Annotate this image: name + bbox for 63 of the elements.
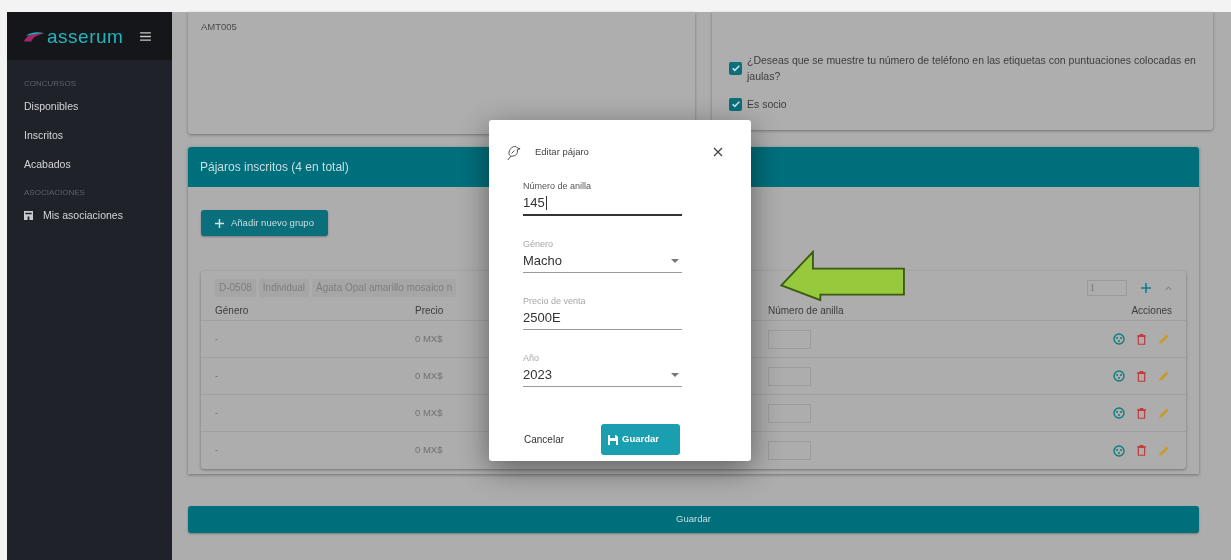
sidebar-item[interactable]: Mis asociaciones: [7, 201, 172, 230]
ring-number-input[interactable]: [768, 441, 811, 460]
chevron-up-icon[interactable]: [1165, 285, 1172, 291]
field-value: 2500E: [523, 309, 561, 328]
trash-icon[interactable]: [1137, 445, 1146, 456]
plus-icon: [215, 218, 224, 228]
building-icon: [24, 211, 33, 220]
section-title: CONCURSOS: [23, 78, 77, 90]
plus-icon[interactable]: [1141, 283, 1151, 293]
pencil-icon[interactable]: [1158, 333, 1170, 345]
trash-icon[interactable]: [1137, 407, 1146, 419]
face-icon[interactable]: [1113, 444, 1125, 457]
input-field[interactable]: Precio de venta 2500E: [523, 293, 682, 330]
option-label: Es socio: [747, 97, 787, 112]
field-label: Año: [523, 352, 540, 364]
panel-title: Pájaros inscritos (4 en total): [200, 159, 349, 176]
field-label: Género: [523, 238, 555, 250]
select-field[interactable]: Género Macho: [523, 236, 682, 273]
section-title: ASOCIACIONES: [23, 187, 86, 199]
column-header: Género: [215, 303, 249, 318]
logo-text: asserum: [47, 26, 124, 46]
add-group-button[interactable]: Añadir nuevo grupo: [201, 210, 328, 236]
ring-number-input[interactable]: [768, 329, 811, 349]
field-label: Número de anilla: [523, 180, 593, 192]
column-header: Precio: [415, 303, 444, 318]
face-icon[interactable]: [1113, 333, 1125, 345]
column-header: Acciones: [1131, 303, 1172, 318]
face-icon[interactable]: [1113, 407, 1125, 419]
field-value: 2023: [523, 366, 552, 385]
trash-icon[interactable]: [1137, 333, 1146, 345]
table-cell-text: -: [215, 331, 219, 346]
cancel-button[interactable]: Cancelar: [512, 424, 577, 455]
dialog-title: Editar pájaro: [535, 144, 589, 159]
text-cursor: [545, 196, 547, 210]
ring-number-input[interactable]: [768, 366, 811, 386]
sidebar-item[interactable]: Disponibles: [7, 92, 172, 121]
table-cell-text: -: [215, 368, 219, 383]
member-code: AMT005: [201, 21, 237, 32]
dropdown-caret-icon: [671, 373, 679, 377]
save-button[interactable]: Guardar: [188, 506, 1199, 533]
checkbox[interactable]: [729, 61, 742, 75]
field-label: Precio de venta: [523, 295, 587, 307]
field-value: 145: [523, 194, 547, 213]
field-value: Macho: [523, 252, 563, 271]
sidebar-item[interactable]: Inscritos: [7, 121, 172, 150]
trash-icon[interactable]: [1137, 370, 1146, 382]
menu-icon[interactable]: [140, 31, 152, 41]
input-field[interactable]: Número de anilla 145: [523, 178, 682, 216]
face-icon[interactable]: [1113, 370, 1125, 382]
pencil-icon[interactable]: [1158, 444, 1170, 457]
logo-swoosh-icon: [23, 29, 45, 43]
pencil-icon[interactable]: [1158, 370, 1170, 382]
column-header: Número de anilla: [768, 303, 844, 318]
ring-number-input[interactable]: [768, 403, 811, 423]
table-cell: -: [215, 443, 219, 458]
checkbox[interactable]: [729, 97, 742, 111]
pencil-icon[interactable]: [1158, 407, 1170, 419]
option-label: ¿Deseas que se muestre tu número de teléfono en las etiquetas con puntuaciones colocadas en jaulas?: [747, 53, 1196, 84]
dropdown-caret-icon: [671, 259, 679, 263]
table-cell-text: -: [215, 405, 219, 420]
close-icon[interactable]: [713, 147, 723, 157]
select-field[interactable]: Año 2023: [523, 350, 682, 387]
sidebar-item[interactable]: Acabados: [7, 150, 172, 179]
